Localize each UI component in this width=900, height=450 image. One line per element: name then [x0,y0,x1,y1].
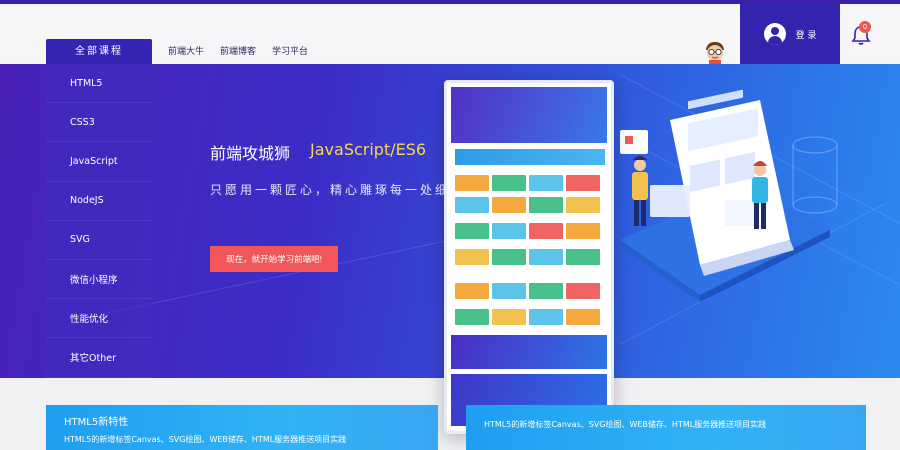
feature-card-2[interactable]: HTML5的新增标签Canvas、SVG绘图、WEB储存、HTML服务器推送项目… [466,405,866,450]
course-sidebar: HTML5 CSS3 JavaScript NodeJS SVG 微信小程序 性… [46,64,152,378]
feature-card-title: HTML5新特性 [64,417,129,428]
start-learning-button[interactable]: 现在，就开始学习前端吧! [210,246,338,272]
login-label: 登 录 [795,30,817,41]
sidebar-item-nodejs[interactable]: NodeJS [46,182,152,221]
hero-title-main: 前端攻城狮 [210,144,291,163]
preview-footer-banner [451,335,607,369]
all-courses-tab[interactable]: 全部课程 [46,39,152,64]
feature-card-html5[interactable]: HTML5新特性 HTML5的新增标签Canvas、SVG绘图、WEB储存、HT… [46,405,438,450]
sidebar-item-mini-program[interactable]: 微信小程序 [46,260,152,300]
nav-link-learning-platform[interactable]: 学习平台 [272,44,308,57]
sidebar-item-css3[interactable]: CSS3 [46,103,152,143]
preview-card-row [455,223,600,239]
top-nav: 前端大牛 前端博客 学习平台 [168,44,308,57]
user-avatar-icon [763,23,786,45]
developer-illustration [620,90,838,302]
sidebar-item-html5[interactable]: HTML5 [46,64,152,104]
nav-link-frontend-experts[interactable]: 前端大牛 [168,44,204,57]
notification-badge: 0 [859,21,871,33]
preview-card-row [455,249,600,265]
login-button[interactable]: 登 录 [740,4,840,64]
sidebar-item-svg[interactable]: SVG [46,221,152,260]
sidebar-item-other[interactable]: 其它Other [46,338,152,378]
preview-card-row [455,175,600,191]
hero-title-accent: JavaScript/ES6 [310,140,427,159]
preview-card-row [455,197,600,213]
hero-title: 前端攻城狮 JavaScript/ES6 [210,140,426,164]
sidebar-item-javascript[interactable]: JavaScript [46,142,152,182]
preview-card-row [455,309,600,325]
site-preview-mockup [444,80,614,434]
mascot-icon [706,42,724,64]
preview-bar [455,149,605,165]
hero-subtitle: 只愿用一颗匠心，精心雕琢每一处细节 [210,183,446,197]
nav-link-frontend-blog[interactable]: 前端博客 [220,44,256,57]
preview-hero [451,87,607,143]
feature-cards: HTML5新特性 HTML5的新增标签Canvas、SVG绘图、WEB储存、HT… [46,405,866,450]
sidebar-item-performance[interactable]: 性能优化 [46,299,152,339]
feature-card-desc: HTML5的新增标签Canvas、SVG绘图、WEB储存、HTML服务器推送项目… [64,435,347,444]
feature-card-desc: HTML5的新增标签Canvas、SVG绘图、WEB储存、HTML服务器推送项目… [484,420,767,429]
preview-card-row [455,283,600,299]
